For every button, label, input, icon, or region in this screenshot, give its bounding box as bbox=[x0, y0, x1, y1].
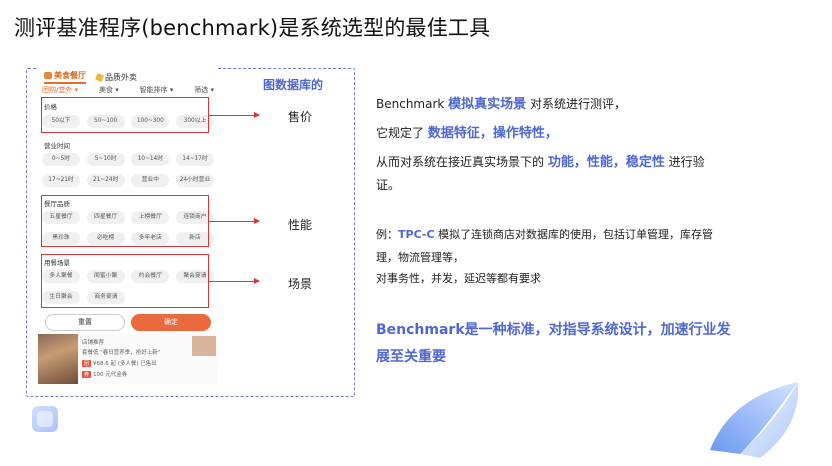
deli-icon bbox=[95, 72, 104, 82]
chip-hours[interactable]: 营业中 bbox=[131, 174, 170, 187]
tab-deli-label: 品质外卖 bbox=[105, 72, 137, 82]
text: 模拟了连锁商店对数据库的使用，包括订单管理，库存管 bbox=[434, 228, 714, 241]
highlight-text: 数据特征，操作特性， bbox=[427, 126, 558, 141]
filter-more[interactable]: 筛选 ▾ bbox=[194, 85, 214, 95]
text: Benchmark bbox=[376, 97, 449, 111]
text: 对系统进行测评， bbox=[526, 97, 627, 111]
chip-hours[interactable]: 24小时营业 bbox=[175, 174, 214, 187]
listing-line: 券 100 元代金券 bbox=[82, 370, 127, 378]
hours-chips-row2: 17~21时 21~24时 营业中 24小时营业 bbox=[42, 174, 214, 187]
listing-photo bbox=[38, 334, 78, 384]
chip-hours[interactable]: 0~5时 bbox=[42, 153, 80, 166]
text: 进行验 bbox=[664, 155, 705, 169]
highlight-text: 模拟真实场景 bbox=[448, 97, 527, 112]
performance-annotation: 性能 bbox=[288, 218, 313, 232]
tab-deli[interactable]: 品质外卖 bbox=[95, 72, 137, 83]
cube-decoration bbox=[32, 406, 58, 432]
chip-hours[interactable]: 14~17时 bbox=[175, 153, 214, 166]
paragraph-line-3: 从而对系统在接近真实场景下的 功能，性能，稳定性 进行验 bbox=[376, 151, 705, 170]
listing-line: 团 ¥68.6 起 (多人餐) 已售出 bbox=[82, 359, 157, 367]
tab-food-label: 美食餐厅 bbox=[54, 71, 86, 80]
listing-thumb bbox=[192, 336, 216, 356]
text: 例： bbox=[376, 228, 398, 241]
phone-tabs: 美食餐厅 品质外卖 bbox=[44, 70, 137, 84]
confirm-button[interactable]: 确定 bbox=[131, 314, 211, 331]
example-line-2: 理，物流管理等， bbox=[376, 251, 464, 264]
chip-hours[interactable]: 5~10时 bbox=[86, 153, 125, 166]
paragraph-line-4: 证。 bbox=[376, 178, 401, 192]
tab-food[interactable]: 美食餐厅 bbox=[44, 70, 86, 84]
listing-line: 店铺推荐 bbox=[82, 340, 105, 346]
conclusion-line-1: Benchmark是一种标准，对指导系统设计，加速行业发 bbox=[376, 322, 731, 338]
filter-sort[interactable]: 智能排序 ▾ bbox=[140, 85, 174, 95]
chip-hours[interactable]: 10~14时 bbox=[131, 153, 170, 166]
price-arrow bbox=[209, 111, 260, 119]
scene-annotation: 场景 bbox=[288, 277, 313, 291]
highlight-text: TPC-C bbox=[398, 228, 435, 241]
text: 从而对系统在接近真实场景下的 bbox=[376, 155, 548, 169]
paragraph-line-2: 它规定了 数据特征，操作特性， bbox=[376, 122, 558, 141]
paragraph-line-1: Benchmark 模拟真实场景 对系统进行测评， bbox=[376, 93, 626, 112]
graph-db-label: 图数据库的 bbox=[263, 78, 324, 92]
listing-line: 套餐低 "春日营养季，抢好上新" bbox=[82, 350, 161, 356]
chip-hours[interactable]: 21~24时 bbox=[86, 174, 125, 187]
reset-button[interactable]: 重置 bbox=[45, 314, 125, 331]
listing-line-text: 100 元代金券 bbox=[93, 372, 128, 378]
text: 它规定了 bbox=[376, 126, 428, 140]
slide-title: 测评基准程序(benchmark)是系统选型的最佳工具 bbox=[14, 16, 491, 40]
highlight-text: 功能，性能，稳定性 bbox=[547, 155, 665, 170]
price-highlight-box bbox=[41, 97, 209, 133]
background-listing: 店铺推荐 套餐低 "春日营养季，抢好上新" 团 ¥68.6 起 (多人餐) 已售出… bbox=[38, 334, 218, 384]
example-line-1: 例：TPC-C 模拟了连锁商店对数据库的使用，包括订单管理，库存管 bbox=[376, 226, 713, 242]
hours-label: 营业时间 bbox=[44, 142, 70, 150]
filter-bar: 团购/堂外 ▾ 美食 ▾ 智能排序 ▾ 筛选 ▾ bbox=[42, 85, 214, 95]
listing-line-text: ¥68.6 起 (多人餐) 已售出 bbox=[93, 361, 157, 367]
example-line-3: 对事务性，并发，延迟等都有要求 bbox=[376, 272, 541, 285]
tag-badge: 券 bbox=[82, 371, 92, 378]
performance-highlight-box bbox=[41, 195, 209, 247]
performance-arrow bbox=[209, 217, 260, 225]
ribbon-decoration bbox=[710, 382, 799, 458]
tag-badge: 团 bbox=[82, 360, 92, 367]
price-annotation: 售价 bbox=[288, 110, 313, 124]
filter-type[interactable]: 团购/堂外 ▾ bbox=[42, 85, 78, 95]
filter-cuisine[interactable]: 美食 ▾ bbox=[99, 85, 119, 95]
scene-highlight-box bbox=[41, 254, 209, 308]
food-icon bbox=[44, 72, 52, 79]
scene-arrow bbox=[209, 277, 260, 285]
conclusion-line-2: 展至关重要 bbox=[376, 349, 446, 365]
chip-hours[interactable]: 17~21时 bbox=[42, 174, 80, 187]
hours-chips-row1: 0~5时 5~10时 10~14时 14~17时 bbox=[42, 153, 214, 166]
